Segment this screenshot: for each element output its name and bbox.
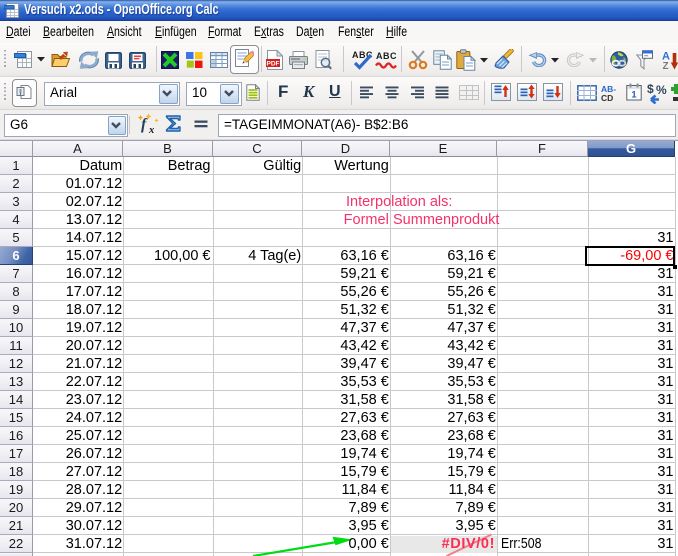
svg-text:%: % — [656, 83, 667, 97]
svg-text:PDF: PDF — [267, 61, 280, 68]
svg-text:CD: CD — [601, 93, 613, 102]
svg-text:ABC: ABC — [376, 51, 397, 61]
svg-text:$: $ — [647, 82, 654, 96]
svg-text:1: 1 — [631, 90, 637, 101]
svg-text:f: f — [141, 116, 148, 133]
svg-text:x: x — [148, 125, 154, 134]
svg-text:Z: Z — [663, 61, 669, 70]
